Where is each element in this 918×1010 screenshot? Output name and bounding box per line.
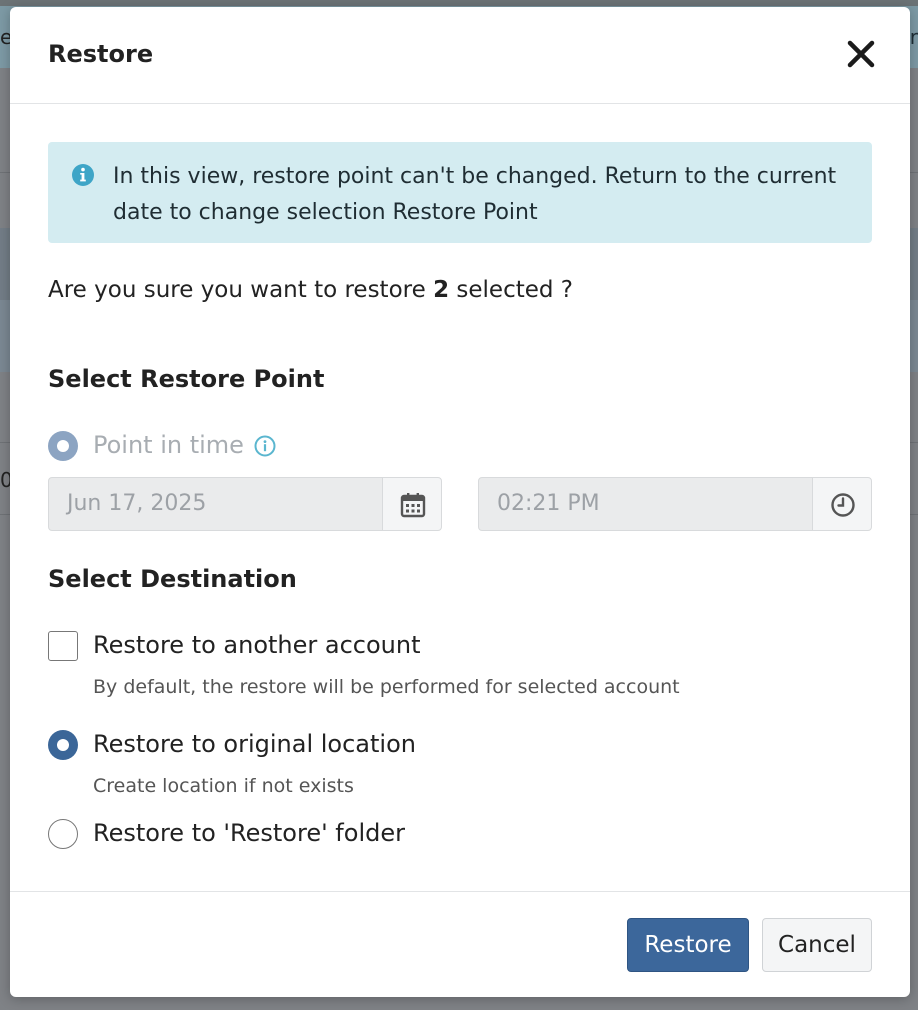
restore-folder-radio[interactable] <box>48 819 78 849</box>
dialog-header: Restore <box>10 7 910 104</box>
point-in-time-radio <box>48 431 78 461</box>
another-account-help: By default, the restore will be performe… <box>93 676 680 698</box>
clock-icon <box>831 493 855 517</box>
restore-point-heading: Select Restore Point <box>48 365 325 393</box>
restore-dialog: Restore In this view, restore point can'… <box>10 7 910 997</box>
info-circle-icon <box>72 164 94 186</box>
selected-count: 2 <box>433 277 450 303</box>
point-in-time-label: Point in time <box>93 431 244 459</box>
original-location-label[interactable]: Restore to original location <box>93 730 416 758</box>
dialog-footer: Restore Cancel <box>10 891 910 997</box>
date-picker-button <box>382 477 442 531</box>
info-alert: In this view, restore point can't be cha… <box>48 142 872 243</box>
date-input: Jun 17, 2025 <box>48 477 383 531</box>
original-location-help: Create location if not exists <box>93 775 354 797</box>
another-account-checkbox[interactable] <box>48 631 78 661</box>
close-icon <box>847 40 875 68</box>
close-button[interactable] <box>846 39 876 69</box>
restore-folder-label[interactable]: Restore to 'Restore' folder <box>93 819 405 847</box>
restore-button[interactable]: Restore <box>627 918 749 972</box>
cancel-button[interactable]: Cancel <box>762 918 872 972</box>
destination-heading: Select Destination <box>48 565 297 593</box>
dialog-title: Restore <box>48 40 154 68</box>
calendar-icon <box>400 493 426 518</box>
time-picker-button <box>812 477 872 531</box>
confirm-message: Are you sure you want to restore 2 selec… <box>48 277 573 303</box>
time-input: 02:21 PM <box>478 477 813 531</box>
another-account-label[interactable]: Restore to another account <box>93 631 421 659</box>
info-circle-icon[interactable] <box>254 435 276 457</box>
backdrop-topbar <box>0 0 918 6</box>
time-picker: 02:21 PM <box>478 477 872 531</box>
backdrop-text: r <box>909 25 918 49</box>
original-location-radio[interactable] <box>48 730 78 760</box>
alert-message: In this view, restore point can't be cha… <box>113 164 837 225</box>
date-picker: Jun 17, 2025 <box>48 477 442 531</box>
